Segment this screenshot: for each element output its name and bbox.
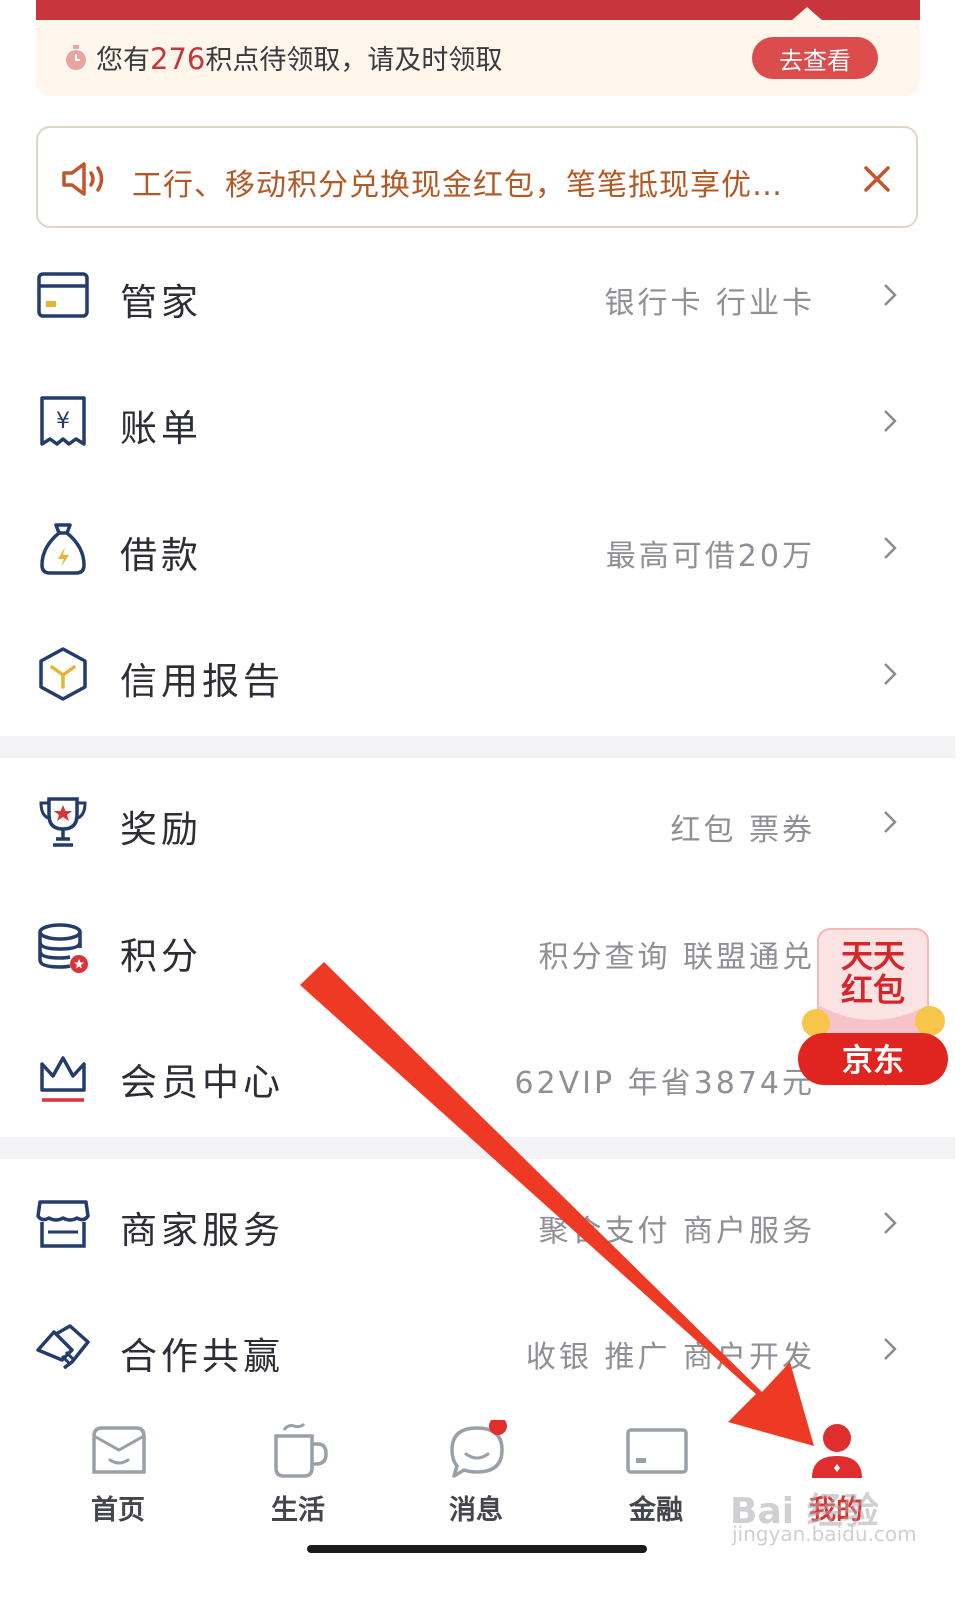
notice-bar[interactable]: 工行、移动积分兑换现金红包，笔笔抵现享优… [36,126,918,228]
menu-label: 奖励 [120,808,202,851]
view-points-button[interactable]: 去查看 [752,37,878,79]
red-envelope-graphic: 天天 红包 京东 [798,928,948,1085]
menu-label: 账单 [120,407,202,450]
promo-brand: 京东 [842,1043,904,1079]
speaker-icon [62,162,104,196]
points-message: 您有276积点待领取，请及时领取 [96,38,502,77]
chevron-right-icon [884,410,897,432]
home-icon [92,1426,146,1474]
section-divider [0,736,955,758]
promo-line1: 天天 [841,937,905,975]
close-icon[interactable] [862,164,892,194]
bill-icon: ¥ [40,396,86,446]
menu-item-cooperation[interactable]: 合作共赢 收银 推广 商户开发 [0,1284,973,1410]
app-screen: 您有276积点待领取，请及时领取 去查看 工行、移动积分兑换现金红包，笔笔抵现享… [0,0,973,1600]
chat-icon [450,1420,507,1478]
card-icon [626,1428,688,1474]
header-strip [36,0,920,20]
menu-item-bill[interactable]: ¥ 账单 [0,356,973,482]
menu-label: 积分 [120,935,202,978]
svg-text:¥: ¥ [56,409,70,434]
trophy-icon [39,797,87,847]
menu-label: 管家 [120,281,202,324]
promo-line2: 红包 [841,971,905,1009]
menu-label: 信用报告 [120,660,284,703]
hexagon-report-icon [39,647,87,701]
cup-icon [274,1422,328,1478]
points-banner: 您有276积点待领取，请及时领取 去查看 [36,0,920,96]
chevron-right-icon [884,811,897,833]
menu-sub: 银行卡 行业卡 [604,286,815,321]
money-bag-icon [40,523,86,575]
section-divider [0,1137,955,1159]
notice-text: 工行、移动积分兑换现金红包，笔笔抵现享优… [132,168,783,203]
menu-item-credit-report[interactable]: 信用报告 [0,609,973,735]
storefront-icon [36,1200,90,1248]
timer-icon [66,45,86,70]
chevron-right-icon [884,284,897,306]
tab-label: 金融 [629,1495,683,1526]
card-wallet-icon [37,272,89,318]
menu-item-loan[interactable]: 借款 最高可借20万 [0,483,973,609]
menu-label: 合作共赢 [120,1335,284,1378]
points-suffix: 积点待领取，请及时领取 [205,45,503,76]
menu-item-merchant-services[interactable]: 商家服务 聚合支付 商户服务 [0,1158,973,1284]
tab-label: 生活 [271,1495,325,1526]
chevron-right-icon [884,663,897,685]
coin-stack-icon [38,923,88,973]
tab-messages[interactable]: 消息 [406,1404,546,1534]
crown-icon [40,1056,86,1102]
tab-life[interactable]: 生活 [228,1404,368,1534]
banner-notch [791,7,823,21]
chevron-right-icon [884,1338,897,1360]
chevron-right-icon [884,537,897,559]
baidu-watermark-url: jingyan.baidu.com [732,1522,917,1546]
points-count: 276 [150,42,206,76]
menu-item-butler[interactable]: 管家 银行卡 行业卡 [0,230,973,356]
menu-item-rewards[interactable]: 奖励 红包 票券 [0,757,973,883]
menu-sub: 最高可借20万 [605,539,815,574]
menu-sub: 收银 推广 商户开发 [525,1340,815,1375]
tab-label: 首页 [91,1495,145,1526]
jd-red-envelope-promo[interactable]: 天天 红包 京东 [796,925,950,1090]
menu-sub: 62VIP 年省3874元 [514,1066,815,1101]
menu-label: 会员中心 [120,1061,284,1104]
tab-label: 消息 [449,1495,503,1526]
menu-label: 借款 [120,534,202,577]
points-prefix: 您有 [96,45,150,76]
menu-sub: 红包 票券 [670,813,815,848]
menu-sub: 聚合支付 商户服务 [538,1214,815,1249]
menu-sub: 积分查询 联盟通兑 [538,940,815,975]
tab-home[interactable]: 首页 [48,1404,188,1534]
handshake-icon [36,1324,90,1370]
menu-label: 商家服务 [120,1209,284,1252]
home-indicator[interactable] [307,1545,647,1553]
tab-finance[interactable]: 金融 [586,1404,726,1534]
chevron-right-icon [884,1212,897,1234]
user-icon [812,1424,862,1478]
